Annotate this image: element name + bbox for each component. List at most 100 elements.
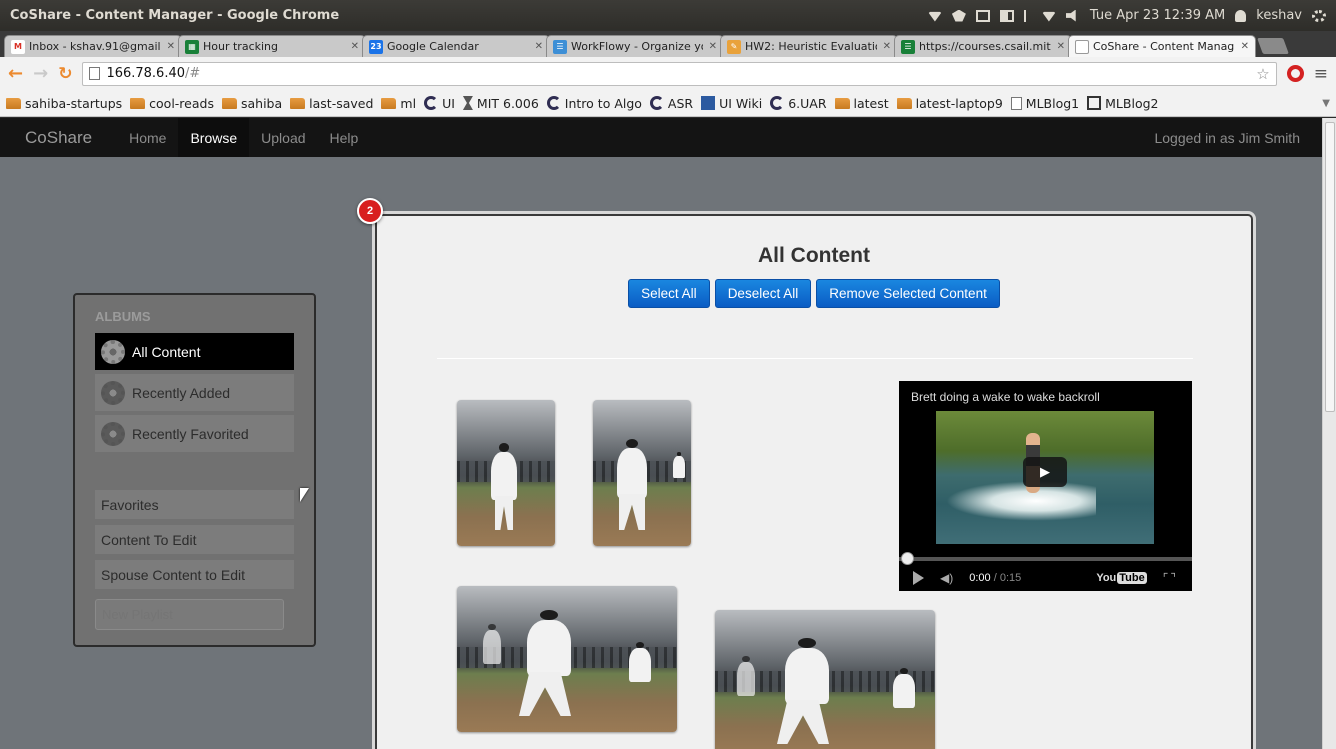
bookmark-last-saved[interactable]: last-saved xyxy=(290,96,373,111)
bookmark-sahiba-startups[interactable]: sahiba-startups xyxy=(6,96,122,111)
photo-thumbnail[interactable] xyxy=(457,400,555,546)
tab-hw2[interactable]: ✎ HW2: Heuristic Evaluatio ✕ xyxy=(720,35,898,57)
nav-home[interactable]: Home xyxy=(117,118,178,157)
bookmark-mlblog2[interactable]: MLBlog2 xyxy=(1087,96,1158,111)
playlist-favorites[interactable]: Favorites xyxy=(95,490,294,519)
deselect-all-button[interactable]: Deselect All xyxy=(714,279,812,308)
bookmark-label: sahiba-startups xyxy=(25,95,123,111)
album-recently-added[interactable]: Recently Added xyxy=(95,374,294,411)
close-tab-icon[interactable]: ✕ xyxy=(883,41,891,52)
photo-player xyxy=(673,452,685,478)
mouse-cursor-icon xyxy=(300,488,309,502)
bookmark-asr[interactable]: ASR xyxy=(649,96,693,111)
album-label: All Content xyxy=(132,343,201,360)
bookmark-label: last-saved xyxy=(309,95,374,111)
user-name[interactable]: keshav xyxy=(1256,8,1302,23)
video-progress-bar[interactable] xyxy=(899,557,1192,561)
folder-icon xyxy=(221,97,237,109)
nav-browse[interactable]: Browse xyxy=(178,118,250,157)
video-player[interactable]: Brett doing a wake to wake backroll ▶ ◀)… xyxy=(899,381,1192,591)
tab-label: HW2: Heuristic Evaluatio xyxy=(745,40,877,53)
wifi-icon[interactable] xyxy=(1041,11,1056,22)
video-time-current: 0:00 xyxy=(969,572,991,584)
window-title: CoShare - Content Manager - Google Chrom… xyxy=(10,8,340,23)
forward-arrow-icon[interactable]: → xyxy=(33,63,48,84)
page-scrollbar[interactable] xyxy=(1322,118,1336,749)
close-tab-icon[interactable]: ✕ xyxy=(351,41,359,52)
bookmark-star-icon[interactable]: ☆ xyxy=(1256,65,1269,83)
new-tab-button[interactable] xyxy=(1257,38,1289,54)
scrollbar-thumb[interactable] xyxy=(1325,122,1335,412)
nav-help[interactable]: Help xyxy=(318,118,371,157)
close-tab-icon[interactable]: ✕ xyxy=(167,41,175,52)
tab-google-calendar[interactable]: 23 Google Calendar ✕ xyxy=(362,35,550,57)
bookmark-intro-to-algo[interactable]: Intro to Algo xyxy=(546,96,642,111)
bookmark-mit-6006[interactable]: MIT 6.006 xyxy=(462,96,539,111)
tab-inbox[interactable]: M Inbox - kshav.91@gmail.c ✕ xyxy=(4,35,182,57)
close-tab-icon[interactable]: ✕ xyxy=(1057,41,1065,52)
bookmark-label: latest xyxy=(853,95,889,111)
playlist-content-to-edit[interactable]: Content To Edit xyxy=(95,525,294,554)
bookmark-mlblog1[interactable]: MLBlog1 xyxy=(1010,95,1080,111)
gear-icon xyxy=(101,380,125,405)
close-tab-icon[interactable]: ✕ xyxy=(1241,41,1249,52)
bookmark-label: MLBlog1 xyxy=(1025,95,1080,111)
bookmark-ml[interactable]: ml xyxy=(381,96,416,111)
album-all-content[interactable]: All Content xyxy=(95,333,294,370)
video-scrubber-handle[interactable] xyxy=(901,552,914,565)
bookmark-ui-wiki[interactable]: UI Wiki xyxy=(701,96,762,111)
session-gear-icon[interactable] xyxy=(1312,9,1326,22)
tab-hour-tracking[interactable]: ▦ Hour tracking ✕ xyxy=(178,35,366,57)
clock[interactable]: Tue Apr 23 12:39 AM xyxy=(1090,8,1225,23)
page-icon xyxy=(1010,96,1022,110)
video-title[interactable]: Brett doing a wake to wake backroll xyxy=(911,390,1100,404)
select-all-button[interactable]: Select All xyxy=(628,279,710,308)
bookmark-ui[interactable]: UI xyxy=(424,96,455,111)
youtube-logo[interactable]: You Tube xyxy=(1096,572,1147,584)
bluetooth-icon[interactable] xyxy=(1023,9,1032,22)
mail-icon[interactable] xyxy=(975,9,990,22)
chrome-menu-icon[interactable]: ≡ xyxy=(1314,64,1328,84)
network-icon[interactable] xyxy=(927,11,942,22)
reload-icon[interactable]: ↻ xyxy=(58,64,72,84)
bookmark-sahiba[interactable]: sahiba xyxy=(221,96,282,111)
tab-workflowy[interactable]: ☰ WorkFlowy - Organize yo ✕ xyxy=(546,35,724,57)
bookmarks-overflow-icon[interactable]: ▼ xyxy=(1322,98,1330,109)
sheets-icon: ▦ xyxy=(185,39,199,54)
opera-extension-icon[interactable] xyxy=(1286,65,1304,82)
photo-player xyxy=(483,623,501,664)
back-arrow-icon[interactable]: ← xyxy=(8,63,23,84)
fullscreen-icon[interactable]: ⌜⌝ xyxy=(1163,571,1178,585)
photo-thumbnail[interactable] xyxy=(715,610,935,749)
battery-icon[interactable] xyxy=(999,9,1014,22)
bookmark-latest[interactable]: latest xyxy=(834,95,889,111)
address-bar[interactable]: 166.78.6.40 /# ☆ xyxy=(82,61,1277,86)
tab-courses[interactable]: ☰ https://courses.csail.mit. ✕ xyxy=(894,35,1072,57)
album-recently-favorited[interactable]: Recently Favorited xyxy=(95,415,294,452)
dropbox-icon[interactable] xyxy=(951,9,966,22)
photo-thumbnail[interactable] xyxy=(457,586,677,732)
remove-selected-button[interactable]: Remove Selected Content xyxy=(816,279,1000,308)
bookmark-label: UI xyxy=(442,95,455,111)
volume-icon[interactable] xyxy=(1065,9,1076,22)
bookmark-cool-reads[interactable]: cool-reads xyxy=(130,96,214,111)
close-tab-icon[interactable]: ✕ xyxy=(535,41,543,52)
new-playlist-input[interactable] xyxy=(95,599,284,630)
brand-logo[interactable]: CoShare xyxy=(0,128,117,148)
wiki-icon xyxy=(701,96,716,110)
page-info-icon[interactable] xyxy=(89,67,101,80)
playlist-spouse-content-to-edit[interactable]: Spouse Content to Edit xyxy=(95,560,294,589)
albums-panel: ALBUMS All Content Recently Added Recent… xyxy=(73,293,316,647)
close-tab-icon[interactable]: ✕ xyxy=(709,41,717,52)
play-icon[interactable] xyxy=(913,571,924,585)
volume-icon[interactable]: ◀) xyxy=(940,571,953,585)
bookmark-latest-laptop9[interactable]: latest-laptop9 xyxy=(896,96,1003,111)
bookmark-6uar[interactable]: 6.UAR xyxy=(770,96,827,111)
tab-label: CoShare - Content Manag xyxy=(1093,40,1235,53)
tab-label: Hour tracking xyxy=(203,40,278,53)
tab-coshare[interactable]: CoShare - Content Manag ✕ xyxy=(1068,35,1256,57)
app-navbar: CoShare Home Browse Upload Help Logged i… xyxy=(0,118,1322,157)
video-play-icon[interactable]: ▶ xyxy=(1023,457,1067,487)
photo-thumbnail[interactable] xyxy=(593,400,691,546)
nav-upload[interactable]: Upload xyxy=(249,118,317,157)
